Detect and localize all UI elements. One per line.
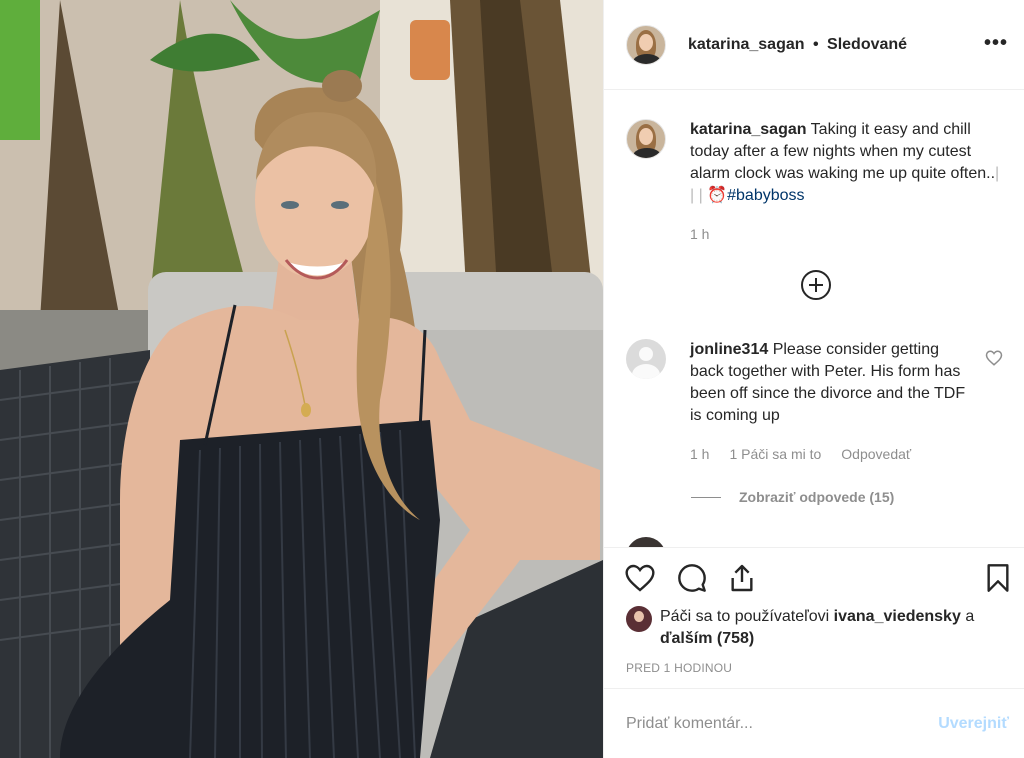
caption-meta: 1 h [690,223,1006,245]
post-comment-button[interactable]: Uverejniť [938,715,1009,733]
reply-button[interactable]: Odpovedať [841,443,911,465]
view-replies[interactable]: Zobraziť odpovede (15) [691,489,894,505]
author-avatar[interactable] [626,24,666,65]
post-header: katarina_sagan • Sledované ••• [604,0,1024,90]
comment-heart-icon[interactable] [985,349,1003,367]
likes-others[interactable]: ďalším (758) [660,630,754,647]
add-comment-bar: Pridať komentár... Uverejniť [604,688,1024,758]
likes-text: Páči sa to používateľovi ivana_viedensky… [660,606,1006,650]
header-text: katarina_sagan • Sledované [688,36,907,54]
caption: katarina_sagan Taking it easy and chill … [626,119,1006,245]
liker-avatar[interactable] [626,606,652,632]
next-commenter-avatar[interactable] [626,537,666,547]
view-replies-label: Zobraziť odpovede (15) [739,489,895,505]
more-icon[interactable]: ••• [984,32,1008,55]
likes-mid: a [965,608,975,625]
caption-username[interactable]: katarina_sagan [690,121,807,138]
post-photo[interactable] [0,0,603,758]
post-timestamp[interactable]: PRED 1 HODINOU [626,661,732,675]
comment-meta: 1 h 1 Páči sa mi to Odpovedať [690,443,976,465]
caption-avatar[interactable] [626,119,666,159]
comment-text: jonline314 Please consider getting back … [690,339,976,465]
liker-username[interactable]: ivana_viedensky [834,608,961,625]
post-sidebar: katarina_sagan • Sledované ••• katarina_… [603,0,1024,758]
instagram-post-modal: katarina_sagan • Sledované ••• katarina_… [0,0,1024,758]
share-icon[interactable] [726,562,758,594]
commenter-avatar[interactable] [626,339,666,379]
plus-circle-icon[interactable] [801,270,831,300]
comment-likes[interactable]: 1 Páči sa mi to [729,443,821,465]
caption-time[interactable]: 1 h [690,223,709,245]
photo-illustration [0,0,603,758]
caption-text: katarina_sagan Taking it easy and chill … [690,119,1006,245]
comment-item: jonline314 Please consider getting back … [626,339,1006,465]
likes-summary: Páči sa to používateľovi ivana_viedensky… [626,606,1006,650]
comment-icon[interactable] [676,562,708,594]
comment-time[interactable]: 1 h [690,443,709,465]
comments-list[interactable]: katarina_sagan Taking it easy and chill … [604,91,1024,547]
bookmark-icon[interactable] [982,562,1014,594]
heart-icon[interactable] [624,562,656,594]
likes-prefix: Páči sa to používateľovi [660,608,830,625]
comment-input[interactable]: Pridať komentár... [626,715,938,733]
author-username[interactable]: katarina_sagan [688,36,805,53]
comment-username[interactable]: jonline314 [690,341,768,358]
replies-divider [691,496,721,498]
caption-hashtag[interactable]: #babyboss [727,187,804,204]
header-separator: • [812,35,819,53]
post-actions: Páči sa to používateľovi ivana_viedensky… [604,547,1024,675]
action-icons [604,548,1024,602]
following-label[interactable]: Sledované [827,36,907,53]
